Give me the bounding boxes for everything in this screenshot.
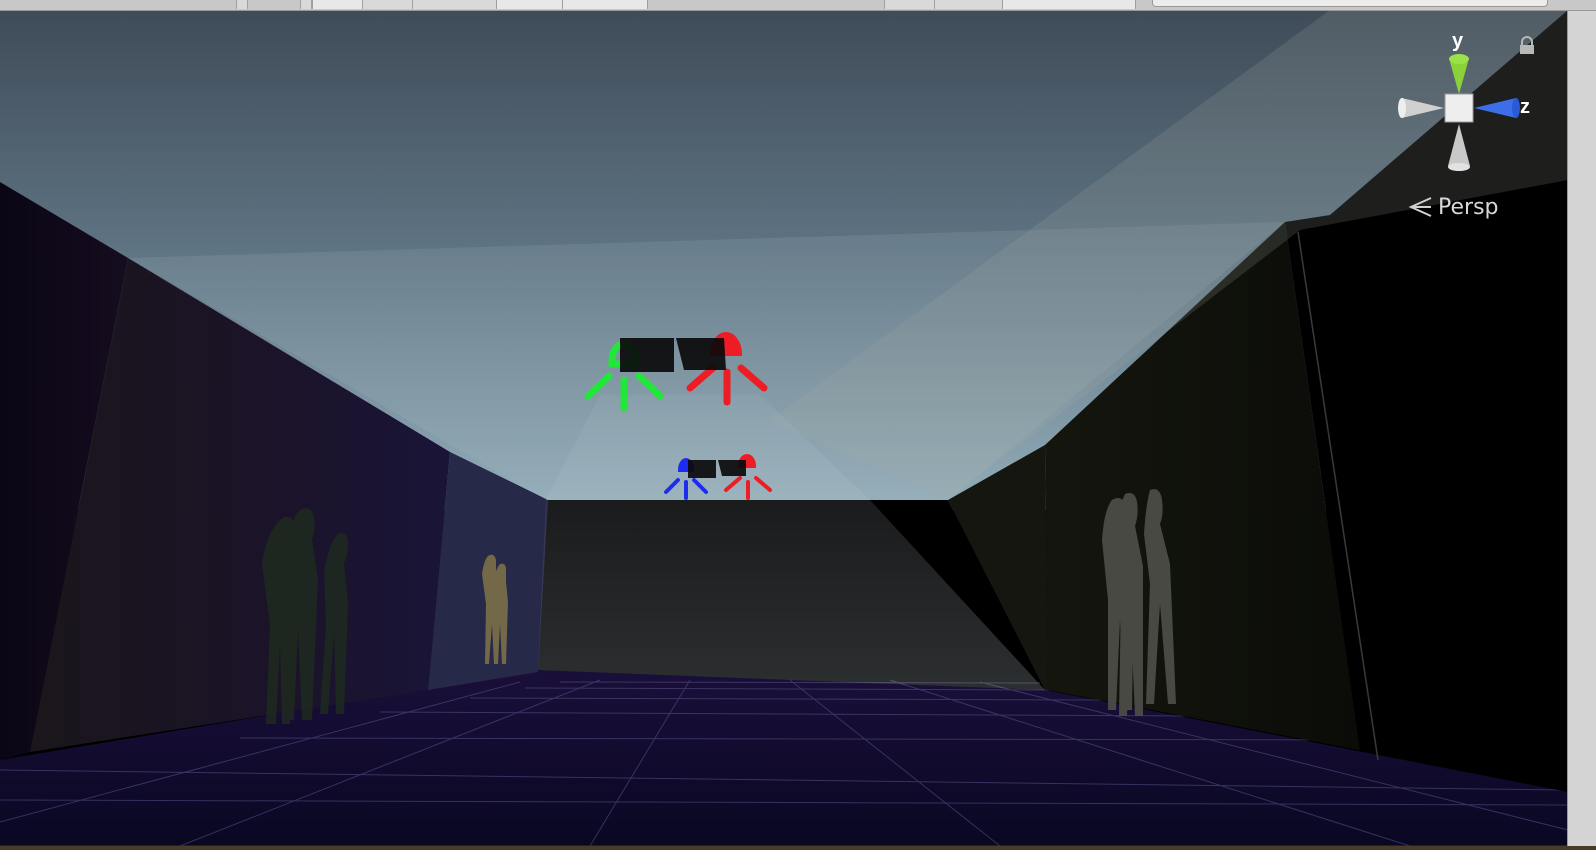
scene-render <box>0 10 1568 846</box>
window-right-edge <box>1567 0 1596 850</box>
toolbar-button[interactable] <box>562 0 648 9</box>
gizmo-neg-y-axis-cap <box>1448 163 1470 171</box>
perspective-chevron-icon <box>1408 195 1434 219</box>
toolbar-button[interactable] <box>496 0 564 9</box>
gizmo-neg-x-axis-cone[interactable] <box>1400 98 1444 118</box>
projection-label: Persp <box>1438 194 1499 220</box>
toolbar-button[interactable] <box>934 0 1004 9</box>
scene-toolbar <box>0 0 1596 11</box>
gizmo-y-axis-cap <box>1449 54 1469 64</box>
window-bottom-edge <box>0 846 1596 850</box>
gizmo-neg-x-axis-cap <box>1398 98 1406 118</box>
gizmo-z-axis-cone[interactable] <box>1474 98 1518 118</box>
gizmo-z-label: z <box>1520 96 1530 118</box>
unity-scene-view: y z Persp <box>0 0 1596 850</box>
gizmo-center-cube[interactable] <box>1444 93 1474 123</box>
toolbar-button[interactable] <box>884 0 936 9</box>
toolbar-segment[interactable] <box>300 0 312 9</box>
toolbar-button[interactable] <box>412 0 498 9</box>
lock-icon[interactable] <box>1518 36 1536 61</box>
gizmo-y-label: y <box>1452 30 1464 52</box>
toolbar-button[interactable] <box>312 0 364 9</box>
toolbar-segment[interactable] <box>236 0 248 9</box>
toolbar-button[interactable] <box>1002 0 1136 9</box>
gizmo-z-axis-cap <box>1512 98 1520 118</box>
scene-viewport[interactable] <box>0 10 1568 846</box>
projection-toggle[interactable]: Persp <box>1408 192 1499 222</box>
search-field[interactable] <box>1152 0 1548 7</box>
toolbar-button[interactable] <box>362 0 414 9</box>
